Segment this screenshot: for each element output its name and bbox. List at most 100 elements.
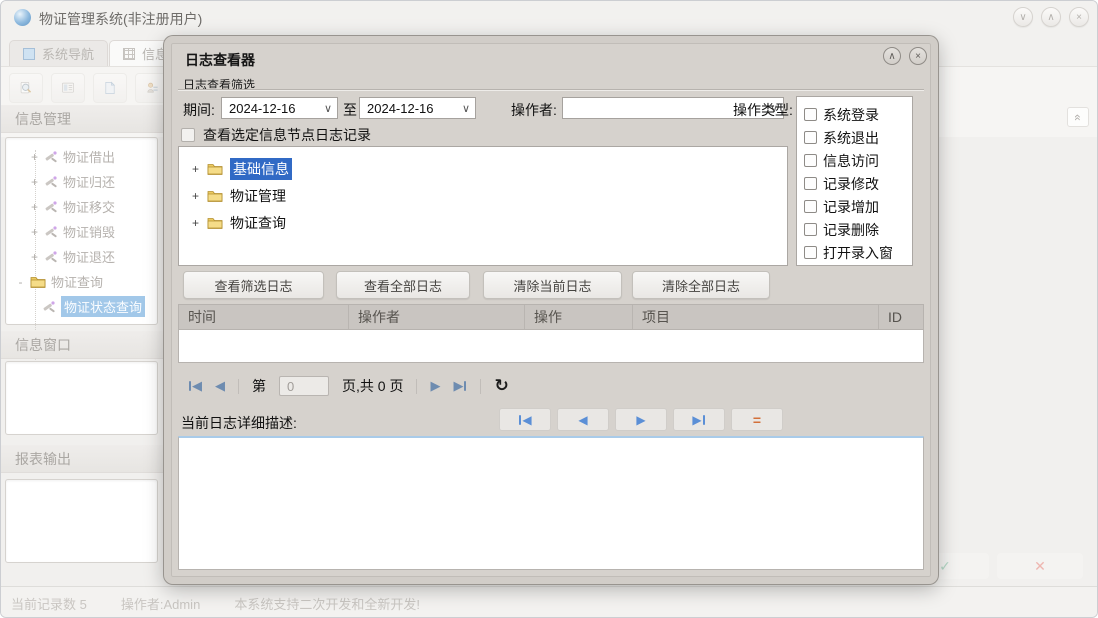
log-viewer-dialog: 日志查看器 ∧ × 日志查看筛选 期间: 2024-12-16 ∨ 至 2024… (164, 36, 938, 584)
date-from-value: 2024-12-16 (229, 100, 296, 116)
search-tool-button[interactable] (9, 73, 43, 103)
window-title: 物证管理系统(非注册用户) (39, 11, 203, 27)
checkbox-label: 记录修改 (823, 175, 879, 192)
view-all-logs-button[interactable]: 查看全部日志 (336, 271, 470, 299)
tree-item-label-selected: 物证状态查询 (61, 296, 146, 317)
column-header-id[interactable]: ID (879, 305, 923, 329)
expand-plus-icon[interactable]: + (191, 162, 200, 176)
section-header-info-window: 信息窗口 (1, 331, 164, 359)
refresh-button[interactable]: ↻ (494, 376, 508, 396)
tree-item-evidence-transfer[interactable]: + 物证移交 (6, 194, 157, 219)
panel-collapse-button[interactable]: « (1067, 107, 1089, 127)
page-number-input[interactable] (279, 376, 329, 396)
date-to-select[interactable]: 2024-12-16 ∨ (359, 97, 476, 119)
expand-plus-icon[interactable]: + (30, 225, 39, 239)
folder-icon (207, 218, 223, 229)
folder-icon (30, 277, 46, 288)
tree-item-evidence-lend[interactable]: + 物证借出 (6, 144, 157, 169)
desc-remove-button[interactable]: = (731, 408, 783, 431)
expand-plus-icon[interactable]: + (191, 216, 200, 230)
tree-item-evidence-return[interactable]: + 物证归还 (6, 169, 157, 194)
close-button[interactable]: × (1069, 7, 1089, 27)
desc-last-button[interactable]: ▶ (673, 408, 725, 431)
document-tool-button[interactable] (93, 73, 127, 103)
description-nav: ◀ ◀ ▶ ▶ = (499, 408, 783, 431)
expand-plus-icon[interactable]: + (191, 189, 200, 203)
tree-item-label: 物证销毁 (63, 225, 116, 240)
collapse-minus-icon[interactable]: - (16, 275, 25, 289)
checkbox[interactable] (804, 200, 817, 213)
op-type-system-login[interactable]: 系统登录 (804, 103, 912, 126)
tree-item-label: 物证归还 (63, 175, 116, 190)
checkbox-label: 系统登录 (823, 106, 879, 123)
filter-group-border (178, 89, 924, 90)
page-label: 第 (252, 378, 266, 394)
last-page-button[interactable]: ▶ (453, 378, 467, 394)
column-header-time[interactable]: 时间 (179, 305, 349, 329)
column-header-item[interactable]: 项目 (633, 305, 879, 329)
dialog-collapse-button[interactable]: ∧ (883, 47, 901, 65)
prev-page-button[interactable]: ◀ (215, 378, 225, 394)
column-header-operation[interactable]: 操作 (525, 305, 633, 329)
expand-plus-icon[interactable]: + (30, 200, 39, 214)
gavel-icon (45, 250, 57, 262)
check-icon: ✓ (939, 557, 951, 574)
dialog-tree-item-evidence-query[interactable]: + 物证查询 (179, 209, 787, 236)
tree-item-label: 物证查询 (230, 214, 286, 231)
clear-all-logs-button[interactable]: 清除全部日志 (632, 271, 770, 299)
tab-system-nav[interactable]: 系统导航 (9, 40, 109, 66)
gavel-icon (45, 200, 57, 212)
tree-item-evidence-status-query[interactable]: 物证状态查询 (6, 294, 157, 319)
page-total-label: 页,共 0 页 (342, 378, 404, 394)
checkbox[interactable] (804, 246, 817, 259)
log-pager: ◀ ◀ 第 页,共 0 页 ▶ ▶ ↻ (178, 370, 924, 402)
period-label: 期间: (183, 102, 215, 118)
tree-item-evidence-destroy[interactable]: + 物证销毁 (6, 219, 157, 244)
first-page-button[interactable]: ◀ (188, 378, 202, 394)
op-type-record-delete[interactable]: 记录删除 (804, 218, 912, 241)
arrow-right-icon: ▶ (430, 378, 441, 393)
dialog-tree-item-evidence-mgmt[interactable]: + 物证管理 (179, 182, 787, 209)
checkbox[interactable] (804, 223, 817, 236)
view-filtered-logs-button[interactable]: 查看筛选日志 (183, 271, 324, 299)
expand-plus-icon[interactable]: + (30, 175, 39, 189)
cancel-button[interactable]: ✕ (997, 553, 1083, 579)
op-type-system-logout[interactable]: 系统退出 (804, 126, 912, 149)
checkbox[interactable] (181, 128, 195, 142)
expand-plus-icon[interactable]: + (30, 150, 39, 164)
window-titlebar: 物证管理系统(非注册用户) ∨ ∧ × (1, 1, 1097, 33)
description-toolbar: 当前日志详细描述: ◀ ◀ ▶ ▶ = (178, 408, 924, 434)
desc-next-button[interactable]: ▶ (615, 408, 667, 431)
checkbox[interactable] (804, 131, 817, 144)
dialog-tree-item-basic-info[interactable]: + 基础信息 (179, 155, 787, 182)
checkbox[interactable] (804, 108, 817, 121)
tree-item-evidence-query[interactable]: - 物证查询 (6, 269, 157, 294)
op-type-label: 操作类型: (733, 102, 793, 118)
description-textarea[interactable] (178, 436, 924, 570)
op-type-record-modify[interactable]: 记录修改 (804, 172, 912, 195)
column-header-operator[interactable]: 操作者 (349, 305, 525, 329)
tree-item-evidence-giveback[interactable]: + 物证退还 (6, 244, 157, 269)
report-icon (62, 82, 74, 93)
maximize-button[interactable]: ∧ (1041, 7, 1061, 27)
node-filter-checkbox-row[interactable]: 查看选定信息节点日志记录 (181, 125, 371, 145)
op-type-record-add[interactable]: 记录增加 (804, 195, 912, 218)
date-from-select[interactable]: 2024-12-16 ∨ (221, 97, 338, 119)
gavel-icon (45, 175, 57, 187)
desc-first-button[interactable]: ◀ (499, 408, 551, 431)
report-tool-button[interactable] (51, 73, 85, 103)
expand-plus-icon[interactable]: + (30, 250, 39, 264)
status-message: 本系统支持二次开发和全新开发! (234, 596, 420, 612)
checkbox[interactable] (804, 154, 817, 167)
desc-prev-button[interactable]: ◀ (557, 408, 609, 431)
minimize-button[interactable]: ∨ (1013, 7, 1033, 27)
operation-type-list: 系统登录 系统退出 信息访问 记录修改 记录增加 记录删除 打开录入窗 (796, 96, 913, 266)
checkbox[interactable] (804, 177, 817, 190)
op-type-info-access[interactable]: 信息访问 (804, 149, 912, 172)
checkbox-label: 打开录入窗 (823, 244, 893, 261)
dialog-close-button[interactable]: × (909, 47, 927, 65)
op-type-open-entry-window[interactable]: 打开录入窗 (804, 241, 912, 264)
clear-current-logs-button[interactable]: 清除当前日志 (483, 271, 622, 299)
dialog-titlebar[interactable]: 日志查看器 ∧ × (171, 43, 931, 71)
next-page-button[interactable]: ▶ (430, 378, 440, 394)
